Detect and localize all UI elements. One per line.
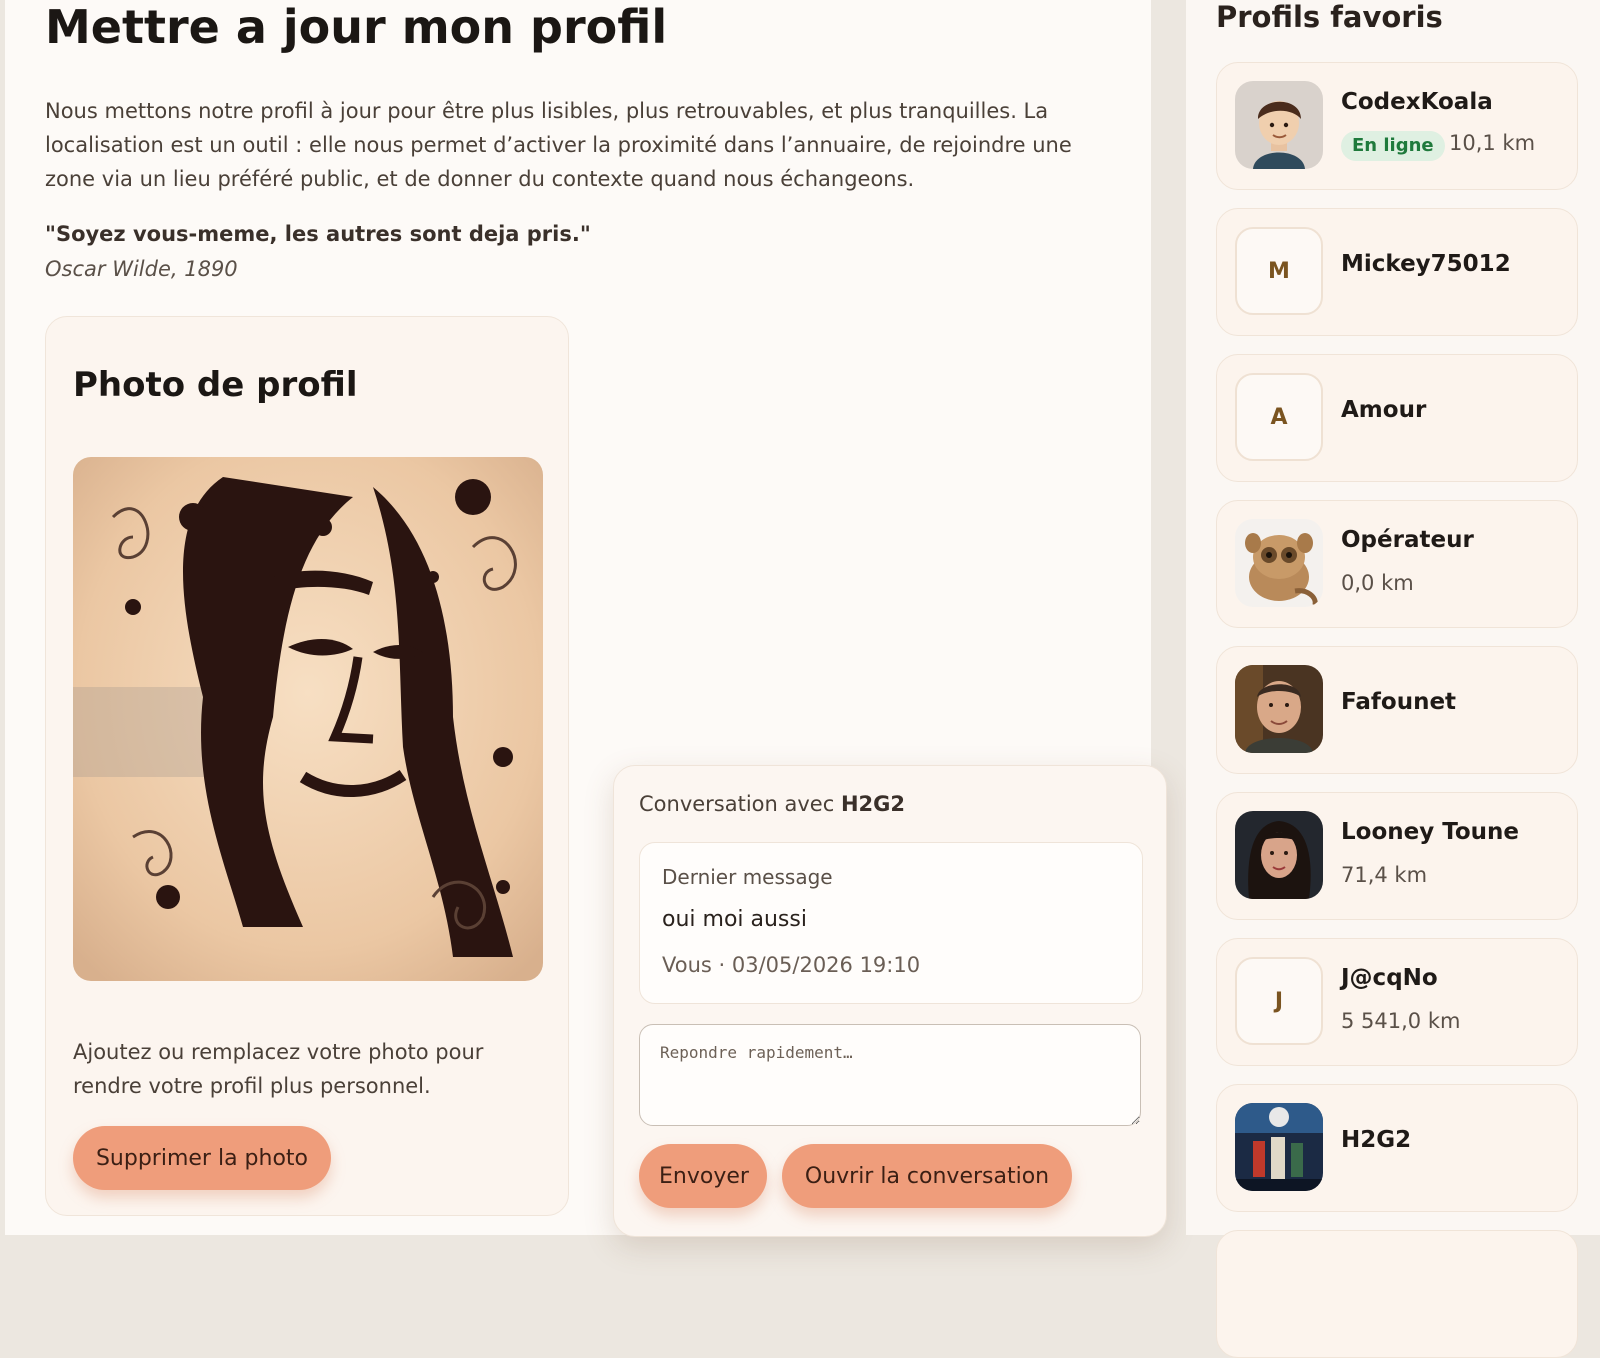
profile-photo-card: Photo de profil Ajoutez ou remplacez vot… — [45, 316, 569, 1216]
intro-text: Nous mettons notre profil à jour pour êt… — [45, 99, 1072, 191]
quote-author: Oscar Wilde, 1890 — [45, 257, 238, 281]
letter-avatar: M — [1235, 227, 1323, 315]
favorite-distance: 10,1 km — [1449, 131, 1536, 155]
delete-photo-button[interactable]: Supprimer la photo — [73, 1126, 331, 1190]
conversation-title: Conversation avec H2G2 — [639, 792, 905, 816]
favorite-item[interactable]: J J@cqNo 5 541,0 km — [1216, 938, 1578, 1066]
favorite-name: J@cqNo — [1341, 965, 1438, 991]
favorite-name: Mickey75012 — [1341, 251, 1511, 277]
favorite-name: Looney Toune — [1341, 819, 1520, 845]
profile-photo — [73, 457, 543, 981]
online-badge: En ligne — [1341, 131, 1445, 161]
favorite-item[interactable]: CodexKoala En ligne 10,1 km — [1216, 62, 1578, 190]
cartoon-avatar — [1235, 81, 1323, 169]
letter-avatar: J — [1235, 957, 1323, 1045]
last-message-box: Dernier message oui moi aussi Vous · 03/… — [639, 842, 1143, 1004]
page-title: Mettre a jour mon profil — [45, 0, 668, 54]
last-message-text: oui moi aussi — [662, 907, 807, 932]
favorite-item[interactable]: Opérateur 0,0 km — [1216, 500, 1578, 628]
last-message-meta: Vous · 03/05/2026 19:10 — [662, 953, 921, 977]
favorites-sidebar: Profils favoris CodexKoala En ligne 10,1… — [1186, 0, 1600, 1358]
quick-reply-input[interactable] — [639, 1024, 1141, 1126]
favorite-item[interactable]: Fafounet — [1216, 646, 1578, 774]
favorite-name: Opérateur — [1341, 527, 1474, 553]
favorite-distance: 71,4 km — [1341, 863, 1428, 887]
favorite-distance: 5 541,0 km — [1341, 1009, 1461, 1033]
open-conversation-button[interactable]: Ouvrir la conversation — [782, 1144, 1072, 1208]
movie-poster — [1235, 1103, 1323, 1191]
send-button[interactable]: Envoyer — [639, 1144, 767, 1208]
quote-text: "Soyez vous-meme, les autres sont deja p… — [45, 222, 591, 246]
favorite-item[interactable]: H2G2 — [1216, 1084, 1578, 1212]
favorites-title: Profils favoris — [1216, 0, 1443, 34]
favorite-name: CodexKoala — [1341, 89, 1493, 115]
man-photo — [1235, 665, 1323, 753]
profile-photo-title: Photo de profil — [73, 365, 358, 405]
favorite-name: H2G2 — [1341, 1127, 1412, 1153]
favorite-item[interactable]: Looney Toune 71,4 km — [1216, 792, 1578, 920]
conversation-contact: H2G2 — [840, 792, 905, 816]
photo-help-text: Ajoutez ou remplacez votre photo pour re… — [73, 1040, 484, 1098]
letter-avatar: A — [1235, 373, 1323, 461]
conversation-panel: Conversation avec H2G2 Dernier message o… — [613, 765, 1167, 1237]
woman-photo — [1235, 811, 1323, 899]
last-message-label: Dernier message — [662, 865, 833, 889]
favorite-item[interactable]: A Amour — [1216, 354, 1578, 482]
favorite-item[interactable] — [1216, 1230, 1578, 1358]
favorite-name: Amour — [1341, 397, 1427, 423]
favorite-distance: 0,0 km — [1341, 571, 1414, 595]
favorite-name: Fafounet — [1341, 689, 1457, 715]
tarsier-photo — [1235, 519, 1323, 607]
favorite-item[interactable]: M Mickey75012 — [1216, 208, 1578, 336]
